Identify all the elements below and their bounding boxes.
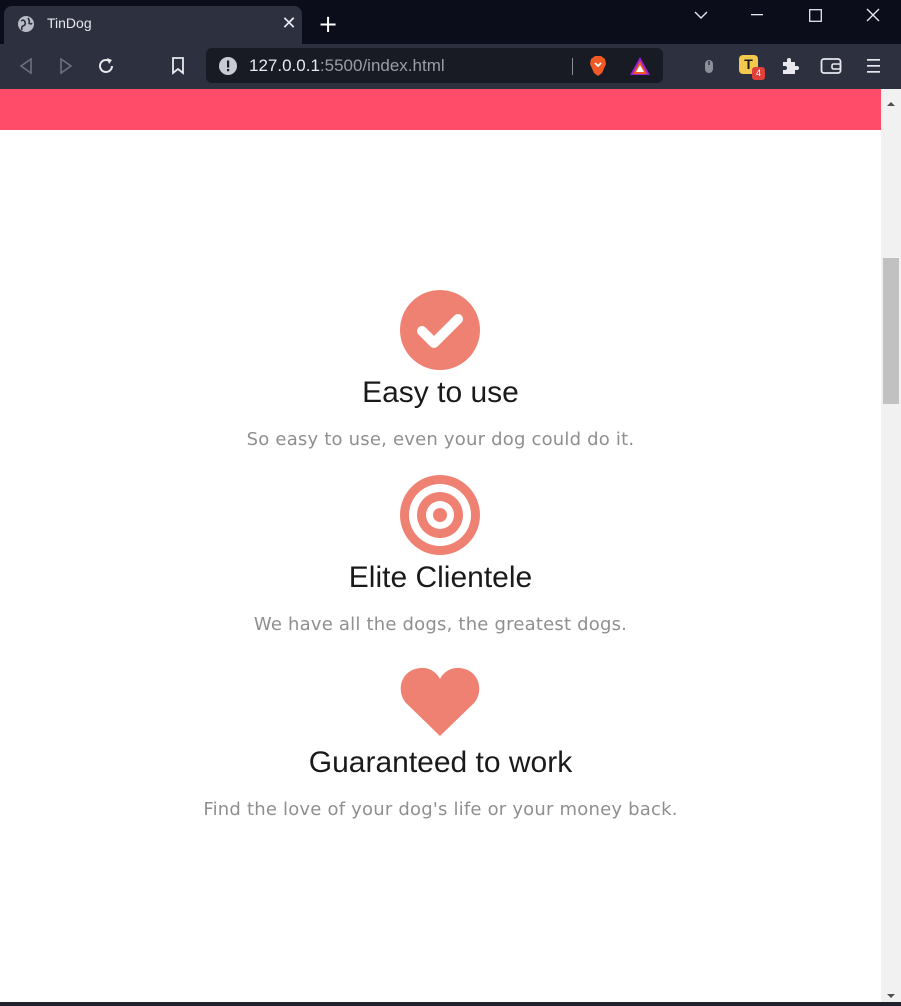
page-viewport: Easy to use So easy to use, even your do… (0, 89, 881, 1002)
address-divider (572, 58, 573, 75)
menu-icon[interactable] (862, 54, 886, 78)
extension-badge-icon[interactable]: T 4 (739, 55, 765, 80)
feature-description: We have all the dogs, the greatest dogs. (253, 614, 628, 635)
wallet-icon[interactable] (819, 54, 843, 78)
url-path: :5500/index.html (319, 56, 445, 75)
close-tab-icon[interactable]: ✕ (279, 14, 299, 34)
feature-title: Easy to use (362, 376, 519, 409)
check-circle-icon (400, 290, 480, 370)
tab-search-icon[interactable] (673, 0, 729, 30)
feature-easy-to-use: Easy to use So easy to use, even your do… (0, 290, 881, 460)
scroll-down-arrow-icon[interactable] (886, 986, 896, 998)
extensions-puzzle-icon[interactable] (778, 54, 802, 78)
browser-toolbar: 127.0.0.1:5500/index.html T 4 (0, 44, 901, 89)
globe-icon (17, 15, 35, 33)
feature-guaranteed-to-work: Guaranteed to work Find the love of your… (0, 667, 881, 837)
scroll-up-arrow-icon[interactable] (886, 94, 896, 106)
tab-strip: TinDog ✕ + (0, 0, 901, 44)
brave-rewards-icon[interactable] (628, 54, 652, 78)
minimize-icon[interactable] (729, 0, 785, 30)
new-tab-button[interactable]: + (314, 10, 342, 38)
hero-section-edge (0, 89, 881, 130)
url-host: 127.0.0.1 (249, 56, 320, 75)
vertical-scrollbar[interactable] (881, 89, 901, 1002)
feature-title: Elite Clientele (348, 561, 533, 594)
feature-title: Guaranteed to work (308, 746, 573, 779)
url-text[interactable]: 127.0.0.1:5500/index.html (249, 56, 445, 76)
site-info-icon[interactable] (218, 56, 238, 76)
reload-icon[interactable] (94, 54, 118, 78)
feature-description: Find the love of your dog's life or your… (203, 799, 678, 820)
extension-badge-count: 4 (752, 67, 765, 80)
feature-description: So easy to use, even your dog could do i… (246, 429, 635, 450)
forward-icon[interactable] (54, 54, 78, 78)
window-bottom-edge (0, 1002, 901, 1006)
scrollbar-thumb[interactable] (883, 258, 899, 404)
close-window-icon[interactable] (845, 0, 901, 30)
brave-shields-icon[interactable] (586, 54, 610, 78)
bookmark-icon[interactable] (166, 54, 190, 78)
feature-elite-clientele: Elite Clientele We have all the dogs, th… (0, 475, 881, 645)
maximize-icon[interactable] (787, 0, 843, 30)
extension-mouse-icon[interactable] (697, 54, 721, 78)
back-icon[interactable] (14, 54, 38, 78)
browser-tab[interactable]: TinDog ✕ (4, 6, 302, 44)
tab-title: TinDog (47, 15, 92, 31)
heart-icon (400, 667, 480, 747)
address-bar[interactable]: 127.0.0.1:5500/index.html (206, 48, 663, 83)
bullseye-icon (400, 475, 480, 555)
